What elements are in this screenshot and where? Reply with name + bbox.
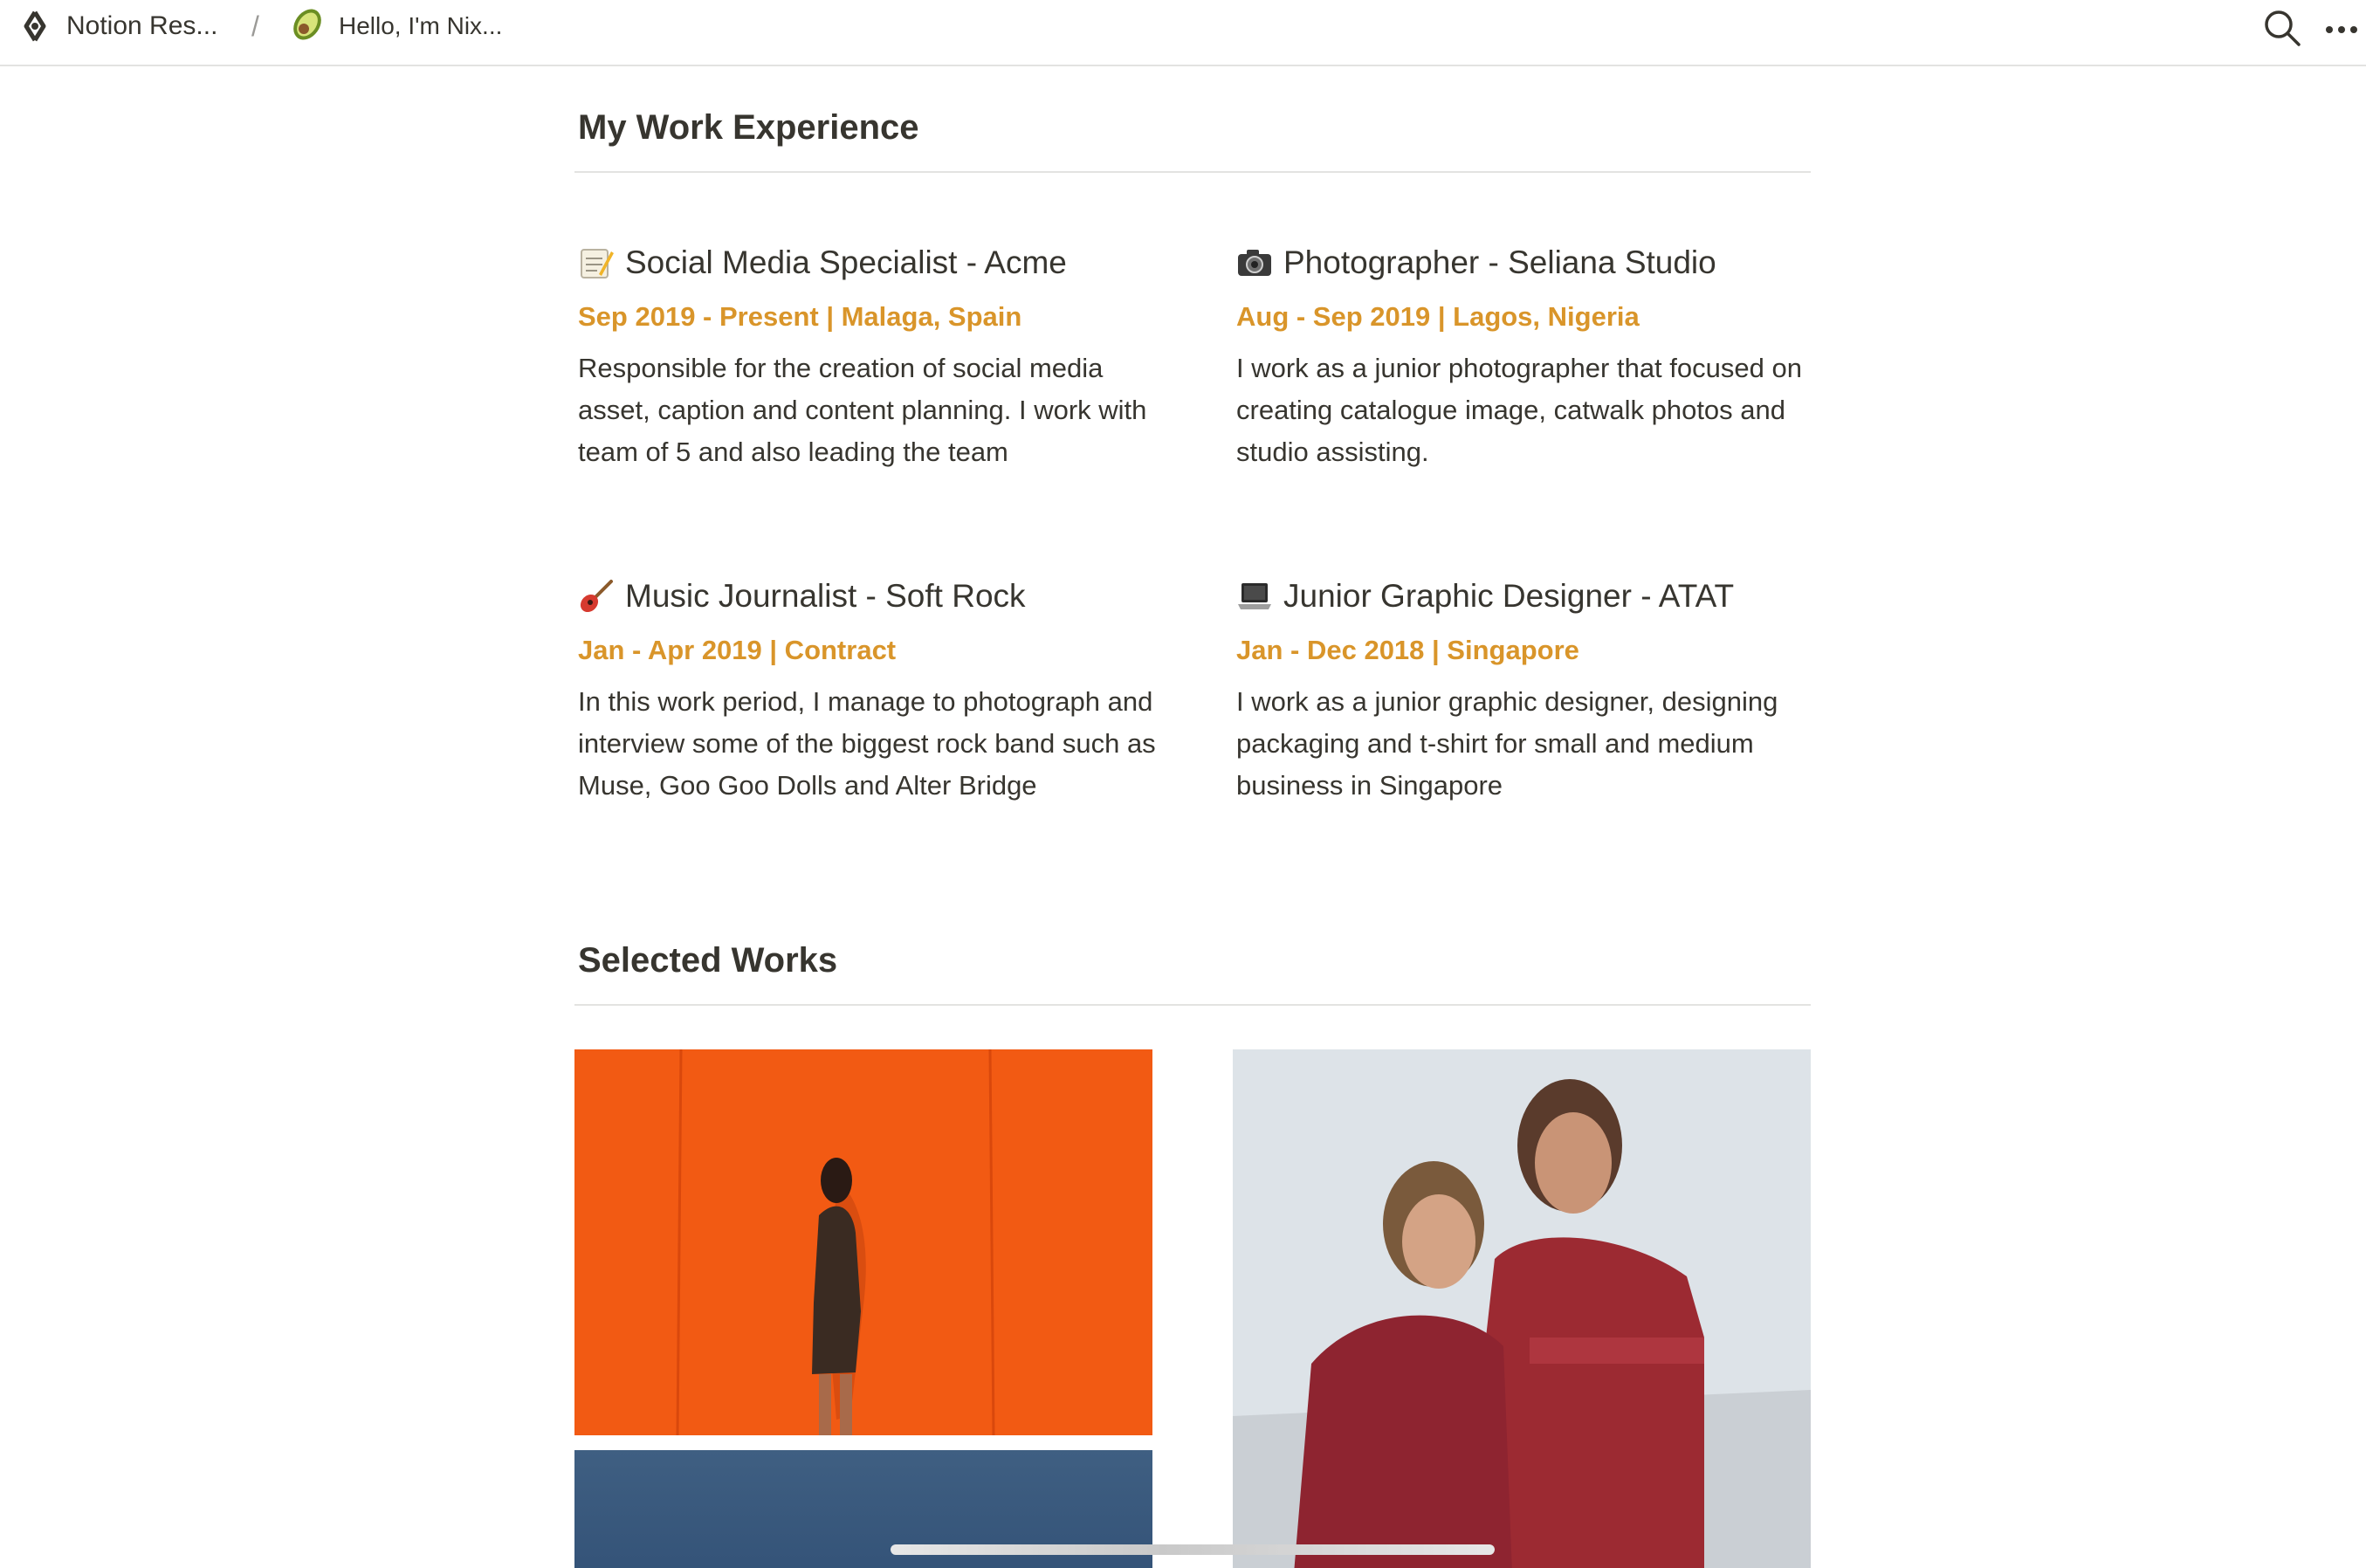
notion-logo-icon[interactable] [17, 0, 52, 52]
job-title: Music Journalist - Soft Rock [625, 578, 1026, 614]
memo-icon [578, 244, 615, 281]
woman-against-orange-wall-photo[interactable] [574, 1049, 1152, 1435]
more-icon[interactable] [2322, 7, 2361, 49]
job-title: Junior Graphic Designer - ATAT [1283, 578, 1735, 614]
guitar-icon [578, 578, 615, 615]
laptop-icon [1236, 578, 1273, 615]
work-experience-heading: My Work Experience [578, 108, 919, 147]
job-meta: Aug - Sep 2019 | Lagos, Nigeria [1236, 301, 1640, 332]
job-description: Responsible for the creation of social m… [578, 353, 1147, 467]
selected-works-heading: Selected Works [578, 941, 838, 980]
job-meta: Jan - Apr 2019 | Contract [578, 635, 897, 665]
job-title: Social Media Specialist - Acme [625, 244, 1067, 280]
breadcrumb-page[interactable]: Hello, I'm Nix... [339, 0, 502, 52]
job-description: I work as a junior graphic designer, des… [1236, 686, 1778, 801]
job-card-music-journalist: Music Journalist - Soft Rock Jan - Apr 2… [578, 573, 1207, 807]
job-meta: Jan - Dec 2018 | Singapore [1236, 635, 1579, 665]
section-divider [574, 171, 1811, 173]
breadcrumb-separator: / [251, 10, 259, 42]
two-women-red-sequin-photo[interactable] [1233, 1049, 1811, 1568]
breadcrumb-workspace[interactable]: Notion Res... [66, 0, 217, 52]
job-description: In this work period, I manage to photogr… [578, 686, 1156, 801]
avocado-icon[interactable] [285, 0, 327, 52]
section-divider [574, 1004, 1811, 1006]
job-meta: Sep 2019 - Present | Malaga, Spain [578, 301, 1022, 332]
job-card-graphic-designer: Junior Graphic Designer - ATAT Jan - Dec… [1236, 573, 1865, 807]
job-description: I work as a junior photographer that foc… [1236, 353, 1802, 467]
top-bar: Notion Res... / Hello, I'm Nix... [0, 0, 2366, 66]
scroll-indicator[interactable] [891, 1544, 1495, 1555]
job-card-social-media: Social Media Specialist - Acme Sep 2019 … [578, 239, 1207, 473]
search-icon[interactable] [2261, 7, 2303, 49]
camera-icon [1236, 244, 1273, 281]
job-title: Photographer - Seliana Studio [1283, 244, 1716, 280]
job-card-photographer: Photographer - Seliana Studio Aug - Sep … [1236, 239, 1865, 473]
